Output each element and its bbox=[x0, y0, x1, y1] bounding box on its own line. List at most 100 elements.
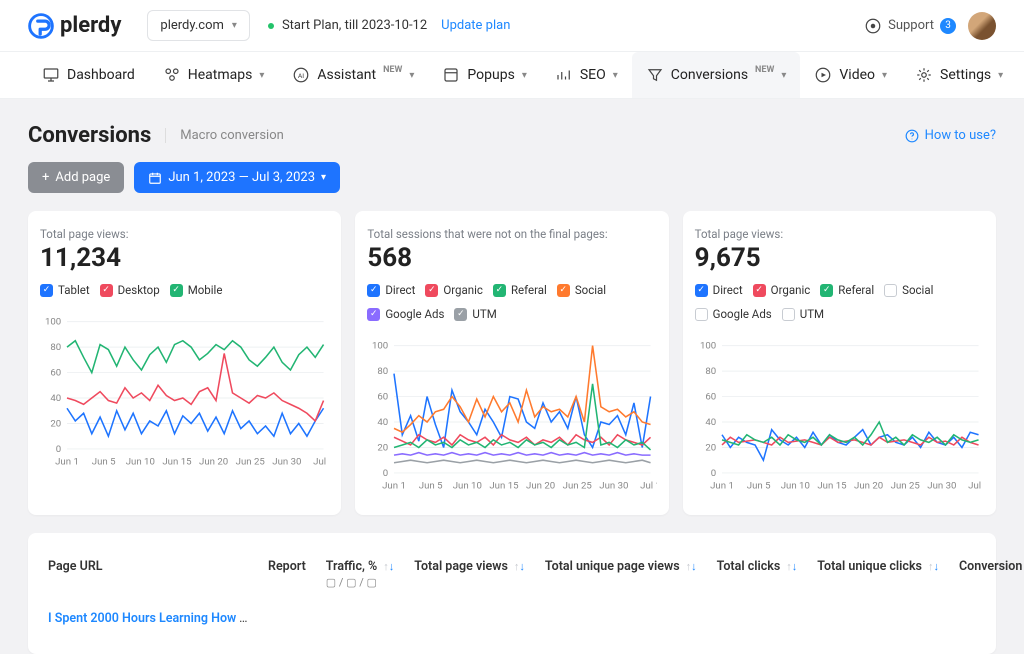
legend-item[interactable]: Referal bbox=[820, 283, 874, 297]
legend-label: Organic bbox=[443, 283, 483, 297]
legend-label: Organic bbox=[771, 283, 811, 297]
page-head: Conversions Macro conversion How to use? bbox=[0, 99, 1024, 154]
legend-item[interactable]: UTM bbox=[782, 307, 824, 321]
card-label: Total sessions that were not on the fina… bbox=[367, 227, 656, 241]
legend-item[interactable]: Google Ads bbox=[695, 307, 772, 321]
svg-text:20: 20 bbox=[378, 442, 389, 453]
nav-item-assistant[interactable]: AI Assistant NEW ▾ bbox=[278, 52, 428, 98]
brand-name: plerdy bbox=[60, 13, 121, 38]
svg-text:Jun 15: Jun 15 bbox=[490, 480, 520, 491]
svg-text:0: 0 bbox=[56, 444, 61, 455]
line-chart: 020406080100Jun 1Jun 5Jun 10Jun 15Jun 20… bbox=[40, 303, 329, 483]
legend-label: Social bbox=[575, 283, 606, 297]
svg-text:20: 20 bbox=[50, 418, 61, 429]
date-range-button[interactable]: Jun 1, 2023 — Jul 3, 2023 ▾ bbox=[134, 162, 340, 193]
th-subtitle: ▢ / ▢ / ▢ bbox=[326, 576, 394, 589]
svg-text:100: 100 bbox=[372, 341, 388, 352]
legend-label: UTM bbox=[800, 307, 824, 321]
legend-item[interactable]: Google Ads bbox=[367, 307, 444, 321]
chart-legend: Direct Organic Referal Social Google Ads UTM bbox=[695, 283, 984, 321]
legend-label: Google Ads bbox=[713, 307, 772, 321]
checkbox-icon bbox=[170, 284, 183, 297]
svg-text:AI: AI bbox=[298, 72, 304, 80]
legend-label: Direct bbox=[713, 283, 743, 297]
user-avatar[interactable] bbox=[968, 12, 996, 40]
svg-text:Jun 20: Jun 20 bbox=[854, 480, 883, 491]
legend-item[interactable]: Tablet bbox=[40, 283, 90, 297]
table-header[interactable]: Total clicks↑↓ bbox=[707, 551, 808, 601]
card-value: 568 bbox=[367, 243, 656, 273]
cell-pageviews bbox=[404, 601, 535, 636]
legend-item[interactable]: Organic bbox=[425, 283, 483, 297]
checkbox-icon bbox=[820, 284, 833, 297]
nav-badge: NEW bbox=[755, 65, 774, 75]
update-plan-link[interactable]: Update plan bbox=[441, 18, 510, 33]
svg-text:Jun 1: Jun 1 bbox=[55, 456, 79, 467]
card-label: Total page views: bbox=[40, 227, 329, 241]
add-page-button[interactable]: + Add page bbox=[28, 162, 124, 193]
table-header[interactable]: Total unique clicks↑↓ bbox=[807, 551, 949, 601]
line-chart: 020406080100Jun 1Jun 5Jun 10Jun 15Jun 20… bbox=[367, 327, 656, 507]
legend-item[interactable]: Referal bbox=[493, 283, 547, 297]
svg-text:100: 100 bbox=[700, 341, 716, 352]
card-value: 9,675 bbox=[695, 243, 984, 273]
legend-label: UTM bbox=[472, 307, 496, 321]
nav-item-video[interactable]: Video▾ bbox=[800, 52, 901, 98]
nav-item-popups[interactable]: Popups▾ bbox=[428, 52, 540, 98]
monitor-icon bbox=[42, 66, 60, 84]
how-to-use-link[interactable]: How to use? bbox=[905, 128, 996, 143]
legend-item[interactable]: Desktop bbox=[100, 283, 160, 297]
svg-text:Jun 25: Jun 25 bbox=[563, 480, 593, 491]
calendar-icon bbox=[148, 171, 162, 185]
nav-label: Assistant bbox=[317, 67, 376, 83]
chart-series bbox=[67, 353, 324, 421]
nav-item-settings[interactable]: Settings▾ bbox=[901, 52, 1017, 98]
table-header[interactable]: Conversion↑↓ bbox=[949, 551, 1024, 601]
nav-item-seo[interactable]: SEO▾ bbox=[541, 52, 632, 98]
checkbox-icon bbox=[557, 284, 570, 297]
svg-text:Jun 10: Jun 10 bbox=[453, 480, 482, 491]
nav-item-conversions[interactable]: ConversionsNEW▾ bbox=[632, 52, 801, 98]
chart-series bbox=[394, 346, 651, 433]
heatmap-icon bbox=[163, 66, 181, 84]
chevron-down-icon: ▾ bbox=[613, 70, 618, 81]
table-header[interactable]: Total unique page views↑↓ bbox=[535, 551, 707, 601]
how-to-use-label: How to use? bbox=[925, 128, 996, 143]
chart-legend: Tablet Desktop Mobile bbox=[40, 283, 329, 297]
legend-item[interactable]: Social bbox=[884, 283, 933, 297]
nav-badge: NEW bbox=[383, 65, 402, 75]
chevron-down-icon: ▾ bbox=[998, 70, 1003, 81]
site-selector[interactable]: plerdy.com ▾ bbox=[147, 10, 250, 41]
support-icon bbox=[864, 17, 882, 35]
legend-item[interactable]: Organic bbox=[753, 283, 811, 297]
svg-text:Jun 5: Jun 5 bbox=[92, 456, 116, 467]
nav-item-heatmaps[interactable]: Heatmaps▾ bbox=[149, 52, 279, 98]
th-label: Total unique clicks↑↓ bbox=[817, 559, 939, 574]
legend-item[interactable]: Social bbox=[557, 283, 606, 297]
table-header[interactable]: Total page views↑↓ bbox=[404, 551, 535, 601]
nav-label: Video bbox=[839, 67, 875, 83]
legend-item[interactable]: Mobile bbox=[170, 283, 223, 297]
legend-item[interactable]: Direct bbox=[695, 283, 743, 297]
legend-item[interactable]: UTM bbox=[454, 307, 496, 321]
support-count-badge: 3 bbox=[940, 18, 956, 34]
sort-icon: ↑↓ bbox=[514, 560, 525, 573]
chevron-down-icon: ▾ bbox=[409, 70, 414, 81]
checkbox-icon bbox=[753, 284, 766, 297]
checkbox-icon bbox=[695, 284, 708, 297]
nav-item-dashboard[interactable]: Dashboard bbox=[28, 52, 149, 98]
page-url-link[interactable]: I Spent 2000 Hours Learning How To Learn… bbox=[48, 611, 258, 626]
legend-label: Tablet bbox=[58, 283, 90, 297]
logo[interactable]: plerdy bbox=[28, 13, 121, 39]
checkbox-icon bbox=[493, 284, 506, 297]
chart-series bbox=[394, 453, 651, 456]
svg-text:Jun 10: Jun 10 bbox=[126, 456, 155, 467]
th-label: Conversion↑↓ bbox=[959, 559, 1024, 574]
toolbar: + Add page Jun 1, 2023 — Jul 3, 2023 ▾ bbox=[0, 154, 1024, 211]
table-header[interactable]: Traffic, %↑↓▢ / ▢ / ▢ bbox=[316, 551, 404, 601]
legend-item[interactable]: Direct bbox=[367, 283, 415, 297]
sort-icon: ↑↓ bbox=[686, 560, 697, 573]
popup-icon bbox=[442, 66, 460, 84]
support-link[interactable]: Support 3 bbox=[864, 17, 956, 35]
table-row: I Spent 2000 Hours Learning How To Learn… bbox=[38, 601, 1024, 636]
